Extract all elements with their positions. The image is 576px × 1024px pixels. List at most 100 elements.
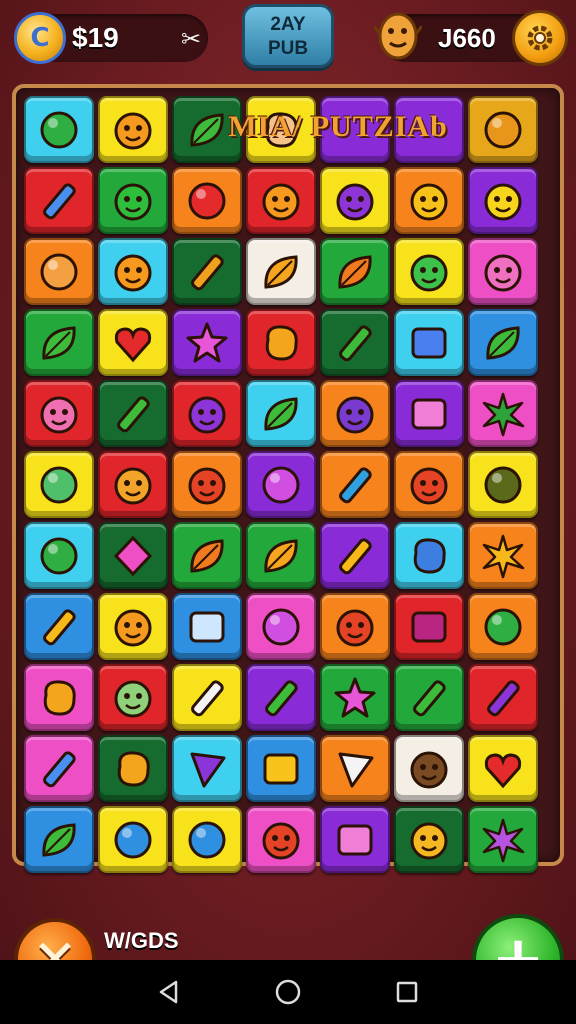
tile-r8-c2[interactable] <box>172 664 242 731</box>
tile-r8-c4[interactable] <box>320 664 390 731</box>
pig-face-icon <box>40 396 78 433</box>
tools-icon[interactable]: ✂ <box>174 24 208 54</box>
tile-r7-c4[interactable] <box>320 593 390 660</box>
tile-r6-c1[interactable] <box>98 522 168 589</box>
tile-r3-c5[interactable] <box>394 309 464 376</box>
tile-r4-c1[interactable] <box>98 380 168 447</box>
tile-r2-c6[interactable] <box>468 238 538 305</box>
tile-r9-c6[interactable] <box>468 735 538 802</box>
tile-r7-c6[interactable] <box>468 593 538 660</box>
tile-r5-c4[interactable] <box>320 451 390 518</box>
tile-r10-c4[interactable] <box>320 806 390 873</box>
settings-button[interactable] <box>512 10 568 66</box>
tile-r6-c4[interactable] <box>320 522 390 589</box>
tile-r10-c0[interactable] <box>24 806 94 873</box>
tile-r7-c2[interactable] <box>172 593 242 660</box>
tile-r9-c5[interactable] <box>394 735 464 802</box>
tile-r6-c2[interactable] <box>172 522 242 589</box>
tile-r2-c1[interactable] <box>98 238 168 305</box>
tile-r3-c1[interactable] <box>98 309 168 376</box>
tile-r5-c2[interactable] <box>172 451 242 518</box>
recents-button[interactable] <box>387 972 427 1012</box>
tile-r0-c3[interactable] <box>246 96 316 163</box>
tile-r6-c0[interactable] <box>24 522 94 589</box>
swirl-icon <box>262 466 300 503</box>
tile-r4-c5[interactable] <box>394 380 464 447</box>
tile-r1-c4[interactable] <box>320 167 390 234</box>
tile-r8-c5[interactable] <box>394 664 464 731</box>
blob-face-icon <box>484 254 522 291</box>
tile-r2-c5[interactable] <box>394 238 464 305</box>
tile-r4-c4[interactable] <box>320 380 390 447</box>
tile-r4-c6[interactable] <box>468 380 538 447</box>
tile-r8-c1[interactable] <box>98 664 168 731</box>
back-button[interactable] <box>149 972 189 1012</box>
tile-r9-c0[interactable] <box>24 735 94 802</box>
day-badge-button[interactable]: 2AY PUB <box>242 4 334 68</box>
tile-r0-c2[interactable] <box>172 96 242 163</box>
tile-r1-c6[interactable] <box>468 167 538 234</box>
tile-r3-c6[interactable] <box>468 309 538 376</box>
tile-r3-c4[interactable] <box>320 309 390 376</box>
tile-r3-c2[interactable] <box>172 309 242 376</box>
tile-r0-c1[interactable] <box>98 96 168 163</box>
blob-icon <box>265 324 298 361</box>
tile-r7-c0[interactable] <box>24 593 94 660</box>
tile-r1-c1[interactable] <box>98 167 168 234</box>
tile-r9-c1[interactable] <box>98 735 168 802</box>
tile-r0-c4[interactable] <box>320 96 390 163</box>
tile-r4-c3[interactable] <box>246 380 316 447</box>
chick-icon <box>410 822 448 859</box>
tile-r6-c5[interactable] <box>394 522 464 589</box>
tile-r2-c2[interactable] <box>172 238 242 305</box>
tile-r8-c6[interactable] <box>468 664 538 731</box>
hand-icon <box>265 111 298 148</box>
tile-r5-c3[interactable] <box>246 451 316 518</box>
tile-r10-c6[interactable] <box>468 806 538 873</box>
tile-r2-c4[interactable] <box>320 238 390 305</box>
fruit-icon <box>484 111 522 148</box>
tile-r9-c4[interactable] <box>320 735 390 802</box>
tile-r10-c1[interactable] <box>98 806 168 873</box>
leaf-icon <box>42 325 76 360</box>
tile-r6-c6[interactable] <box>468 522 538 589</box>
tile-r1-c0[interactable] <box>24 167 94 234</box>
home-button[interactable] <box>268 972 308 1012</box>
zombie-face-icon <box>114 680 152 717</box>
tile-r7-c3[interactable] <box>246 593 316 660</box>
tile-r5-c5[interactable] <box>394 451 464 518</box>
tile-r4-c0[interactable] <box>24 380 94 447</box>
tile-r10-c2[interactable] <box>172 806 242 873</box>
tile-r1-c2[interactable] <box>172 167 242 234</box>
tile-r0-c6[interactable] <box>468 96 538 163</box>
letter-p-icon <box>263 753 299 784</box>
tile-r10-c5[interactable] <box>394 806 464 873</box>
tile-r8-c3[interactable] <box>246 664 316 731</box>
leaf-icon <box>264 396 298 431</box>
leaf-icon <box>190 112 224 147</box>
tile-r2-c3[interactable] <box>246 238 316 305</box>
game-board: MIA/ PUTZIAb <box>12 84 564 873</box>
tile-r9-c3[interactable] <box>246 735 316 802</box>
tile-r2-c0[interactable] <box>24 238 94 305</box>
heart-icon <box>114 326 152 362</box>
tile-r1-c3[interactable] <box>246 167 316 234</box>
tile-r4-c2[interactable] <box>172 380 242 447</box>
tile-r6-c3[interactable] <box>246 522 316 589</box>
tile-r3-c3[interactable] <box>246 309 316 376</box>
board-icon <box>189 611 225 642</box>
tile-r3-c0[interactable] <box>24 309 94 376</box>
tile-r0-c5[interactable] <box>394 96 464 163</box>
tile-r8-c0[interactable] <box>24 664 94 731</box>
blob-icon <box>117 750 150 787</box>
tile-r5-c6[interactable] <box>468 451 538 518</box>
tile-r0-c0[interactable] <box>24 96 94 163</box>
tile-r7-c1[interactable] <box>98 593 168 660</box>
tile-r5-c0[interactable] <box>24 451 94 518</box>
snail-icon <box>40 253 78 290</box>
tile-r5-c1[interactable] <box>98 451 168 518</box>
tile-r7-c5[interactable] <box>394 593 464 660</box>
tile-r1-c5[interactable] <box>394 167 464 234</box>
tile-r9-c2[interactable] <box>172 735 242 802</box>
tile-r10-c3[interactable] <box>246 806 316 873</box>
